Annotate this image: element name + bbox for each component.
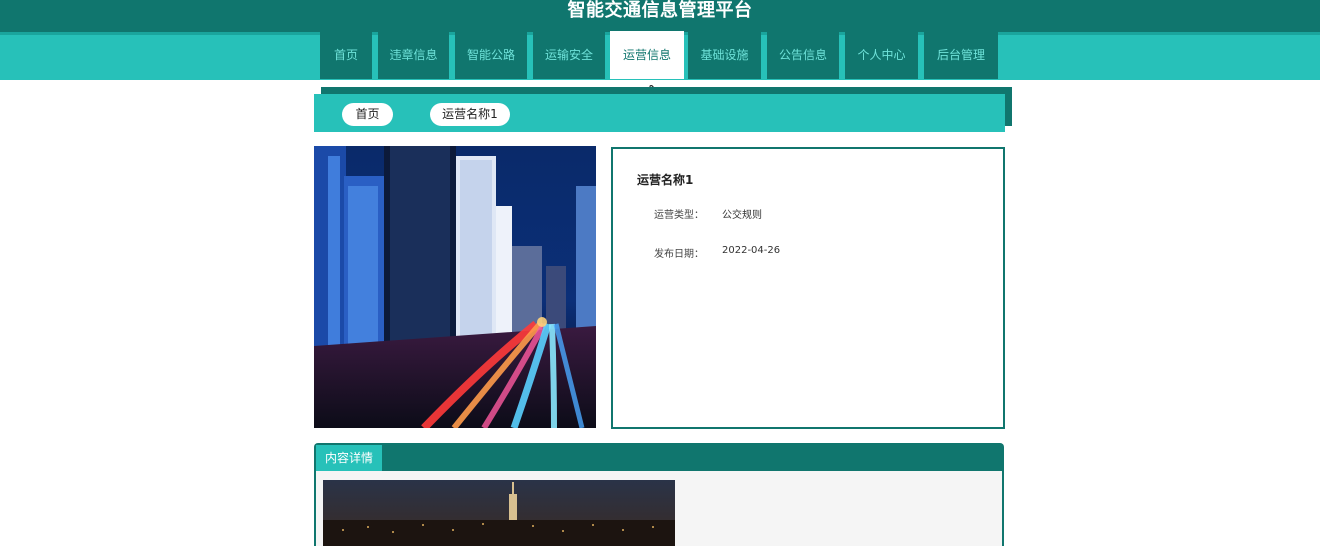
nav-item-infrastructure[interactable]: 基础设施 xyxy=(688,31,761,79)
nav-item-smart-highway[interactable]: 智能公路 xyxy=(455,31,527,79)
nav-item-operations[interactable]: 运营信息 xyxy=(610,31,684,79)
operation-info-panel: 运营名称1 运营类型： 公交规则 发布日期： 2022-04-26 xyxy=(611,147,1005,429)
content-detail-tab[interactable]: 内容详情 xyxy=(316,445,382,472)
operation-type-value: 公交规则 xyxy=(722,210,762,221)
site-title: 智能交通信息管理平台 xyxy=(567,0,753,21)
operation-type-label: 运营类型： xyxy=(654,210,704,221)
publish-date-value: 2022-04-26 xyxy=(722,245,781,256)
nav-item-home[interactable]: 首页 xyxy=(320,31,372,79)
breadcrumb xyxy=(314,94,1005,132)
nav-item-announcements[interactable]: 公告信息 xyxy=(767,31,839,79)
nav-item-admin[interactable]: 后台管理 xyxy=(924,31,998,79)
nav-item-personal-center[interactable]: 个人中心 xyxy=(845,31,918,79)
operation-name: 运营名称1 xyxy=(637,173,694,187)
nav-item-transport-safety[interactable]: 运输安全 xyxy=(533,31,605,79)
nav-item-violations[interactable]: 违章信息 xyxy=(378,31,449,79)
content-photo xyxy=(323,480,675,546)
breadcrumb-home[interactable]: 首页 xyxy=(342,103,393,126)
content-detail-header xyxy=(314,443,1004,471)
operation-photo xyxy=(314,146,596,428)
breadcrumb-current[interactable]: 运营名称1 xyxy=(430,103,510,126)
publish-date-label: 发布日期： xyxy=(654,249,704,260)
